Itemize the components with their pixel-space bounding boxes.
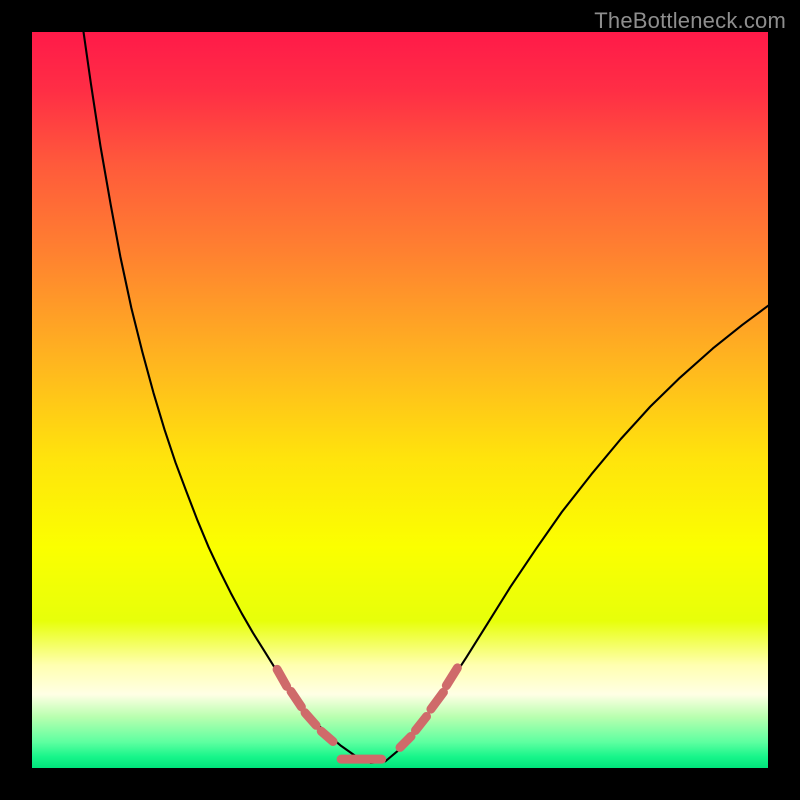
- chart-stage: TheBottleneck.com: [0, 0, 800, 800]
- chart-plot-area: [32, 32, 768, 768]
- chart-svg: [32, 32, 768, 768]
- attribution-text: TheBottleneck.com: [594, 8, 786, 34]
